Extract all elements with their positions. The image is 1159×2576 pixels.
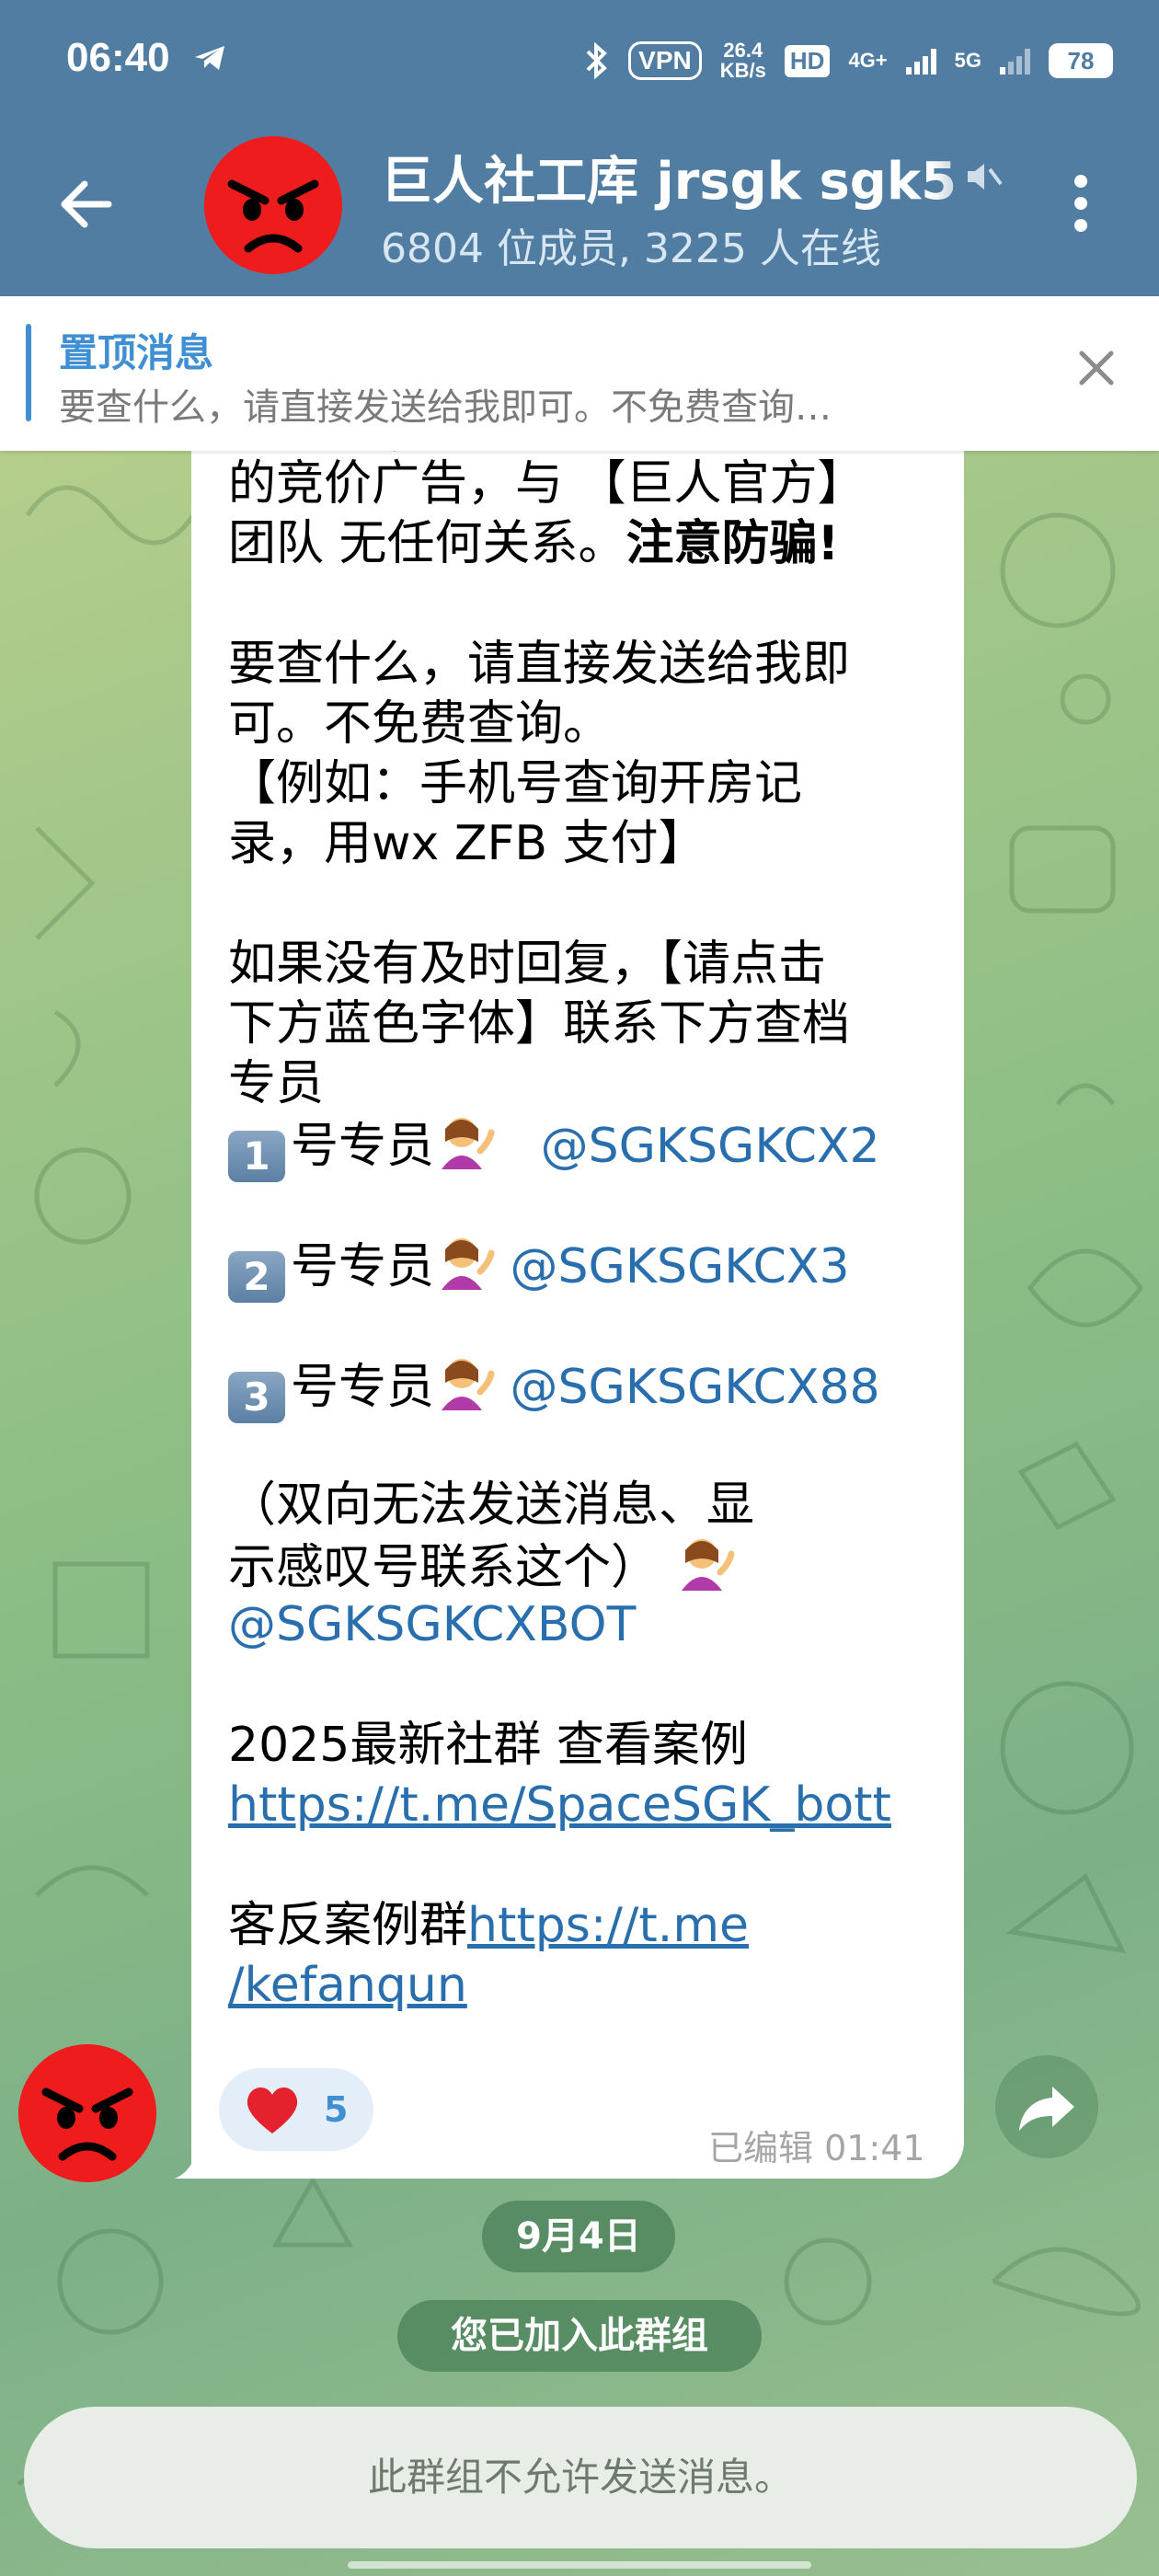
angry-face-icon — [18, 2044, 156, 2182]
vpn-badge: VPN — [628, 41, 702, 80]
home-indicator[interactable] — [348, 2561, 811, 2569]
message-line: 的竞价广告，与 【巨人官方】 — [228, 456, 866, 512]
tipping-hand-person-icon — [442, 1359, 495, 1410]
message-line: 示感叹号联系这个） — [228, 1535, 946, 1595]
date-separator: 9月4日 — [482, 2201, 675, 2272]
pinned-accent-line — [26, 324, 31, 421]
angry-face-icon — [204, 136, 342, 274]
hd-voice-badge: HD — [784, 44, 831, 77]
message-line: 客反案例群https://t.me — [228, 1898, 749, 1953]
mention-link-2[interactable]: @SGKSGKCX3 — [511, 1239, 850, 1294]
message-text: 另 官方，否不营销推送 的竞价广告，与 【巨人官方】 团队 无任何关系。注意防骗… — [228, 438, 946, 2016]
muted-speaker-icon — [968, 164, 1003, 190]
message-line: 录，用wx ZFB 支付】 — [228, 816, 706, 871]
back-arrow-icon[interactable] — [57, 175, 116, 234]
keycap-3-icon: 3 — [228, 1372, 285, 1423]
join-notice: 您已加入此群组 — [397, 2300, 762, 2372]
mention-link-3[interactable]: @SGKSGKCX88 — [511, 1360, 880, 1415]
message-line: （双向无法发送消息、显 — [228, 1478, 755, 1533]
telegram-send-icon — [195, 46, 224, 70]
pinned-preview-text: 要查什么，请直接发送给我即可。不免费查询… — [59, 386, 832, 429]
tipping-hand-person-icon — [442, 1118, 495, 1169]
status-time: 06:40 — [66, 35, 170, 80]
keycap-2-icon: 2 — [228, 1251, 285, 1303]
url-link-2[interactable]: https://t.me — [467, 1898, 749, 1953]
heart-reaction[interactable]: 5 — [219, 2068, 373, 2151]
bubble-tail — [175, 2144, 208, 2179]
more-options-icon[interactable] — [1067, 175, 1095, 239]
mention-bot-link[interactable]: @SGKSGKCXBOT — [228, 1597, 636, 1652]
message-line: 【例如：手机号查询开房记 — [228, 756, 803, 811]
agent-line-2: 2 号专员 @SGKSGKCX3 — [228, 1235, 946, 1303]
bluetooth-icon — [586, 42, 608, 79]
mention-link-1[interactable]: @SGKSGKCX2 — [541, 1119, 880, 1174]
agent-line-3: 3 号专员 @SGKSGKCX88 — [228, 1355, 946, 1423]
message-line: 专员 — [228, 1056, 325, 1111]
battery-indicator: 78 — [1049, 43, 1113, 78]
forward-arrow-icon — [1019, 2087, 1074, 2131]
url-link-1[interactable]: https://t.me/SpaceSGK_bott — [228, 1777, 891, 1833]
heart-icon — [247, 2087, 298, 2133]
message-line: 团队 无任何关系。注意防骗! — [228, 516, 840, 571]
chat-header: 06:40 VPN 26.4 KB/s HD 4G+ 5G 78 巨人社工库 j… — [0, 0, 1159, 296]
message-line: 可。不免费查询。 — [228, 696, 612, 752]
url-link-2-cont[interactable]: /kefanqun — [228, 1958, 467, 2013]
network-type-1: 4G+ — [848, 49, 888, 72]
member-count: 6804 位成员, 3225 人在线 — [381, 225, 881, 272]
status-icons: VPN 26.4 KB/s HD 4G+ 5G 78 — [582, 37, 1113, 85]
network-type-2: 5G — [954, 49, 981, 72]
close-pinned-icon[interactable] — [1073, 344, 1120, 392]
signal-bars-1-icon — [905, 47, 936, 75]
sender-avatar[interactable] — [18, 2044, 156, 2182]
tipping-hand-person-icon — [442, 1238, 495, 1290]
message-line: 如果没有及时回复，【请点击 — [228, 937, 827, 992]
tipping-hand-person-icon — [681, 1539, 735, 1591]
pinned-label: 置顶消息 — [59, 330, 214, 375]
edited-timestamp: 已编辑 01:41 — [708, 2128, 925, 2168]
pinned-message-bar[interactable]: 置顶消息 要查什么，请直接发送给我即可。不免费查询… — [0, 296, 1159, 451]
disabled-input-bar: 此群组不允许发送消息。 — [24, 2407, 1137, 2548]
message-line: 要查什么，请直接发送给我即 — [228, 637, 851, 692]
message-line: 2025最新社群 查看案例 — [228, 1718, 748, 1773]
network-speed: 26.4 KB/s — [719, 39, 766, 82]
message-line: 下方蓝色字体】联系下方查档 — [228, 996, 851, 1052]
chat-title[interactable]: 巨人社工库 jrsgk sgk5 — [381, 140, 1006, 214]
keycap-1-icon: 1 — [228, 1131, 285, 1182]
reaction-count: 5 — [324, 2089, 349, 2130]
forward-button[interactable] — [995, 2055, 1098, 2158]
group-avatar[interactable] — [204, 136, 342, 274]
status-bar: 06:40 VPN 26.4 KB/s HD 4G+ 5G 78 — [0, 0, 1159, 120]
agent-line-1: 1 号专员 @SGKSGKCX2 — [228, 1114, 946, 1182]
signal-bars-2-icon — [1000, 47, 1030, 75]
